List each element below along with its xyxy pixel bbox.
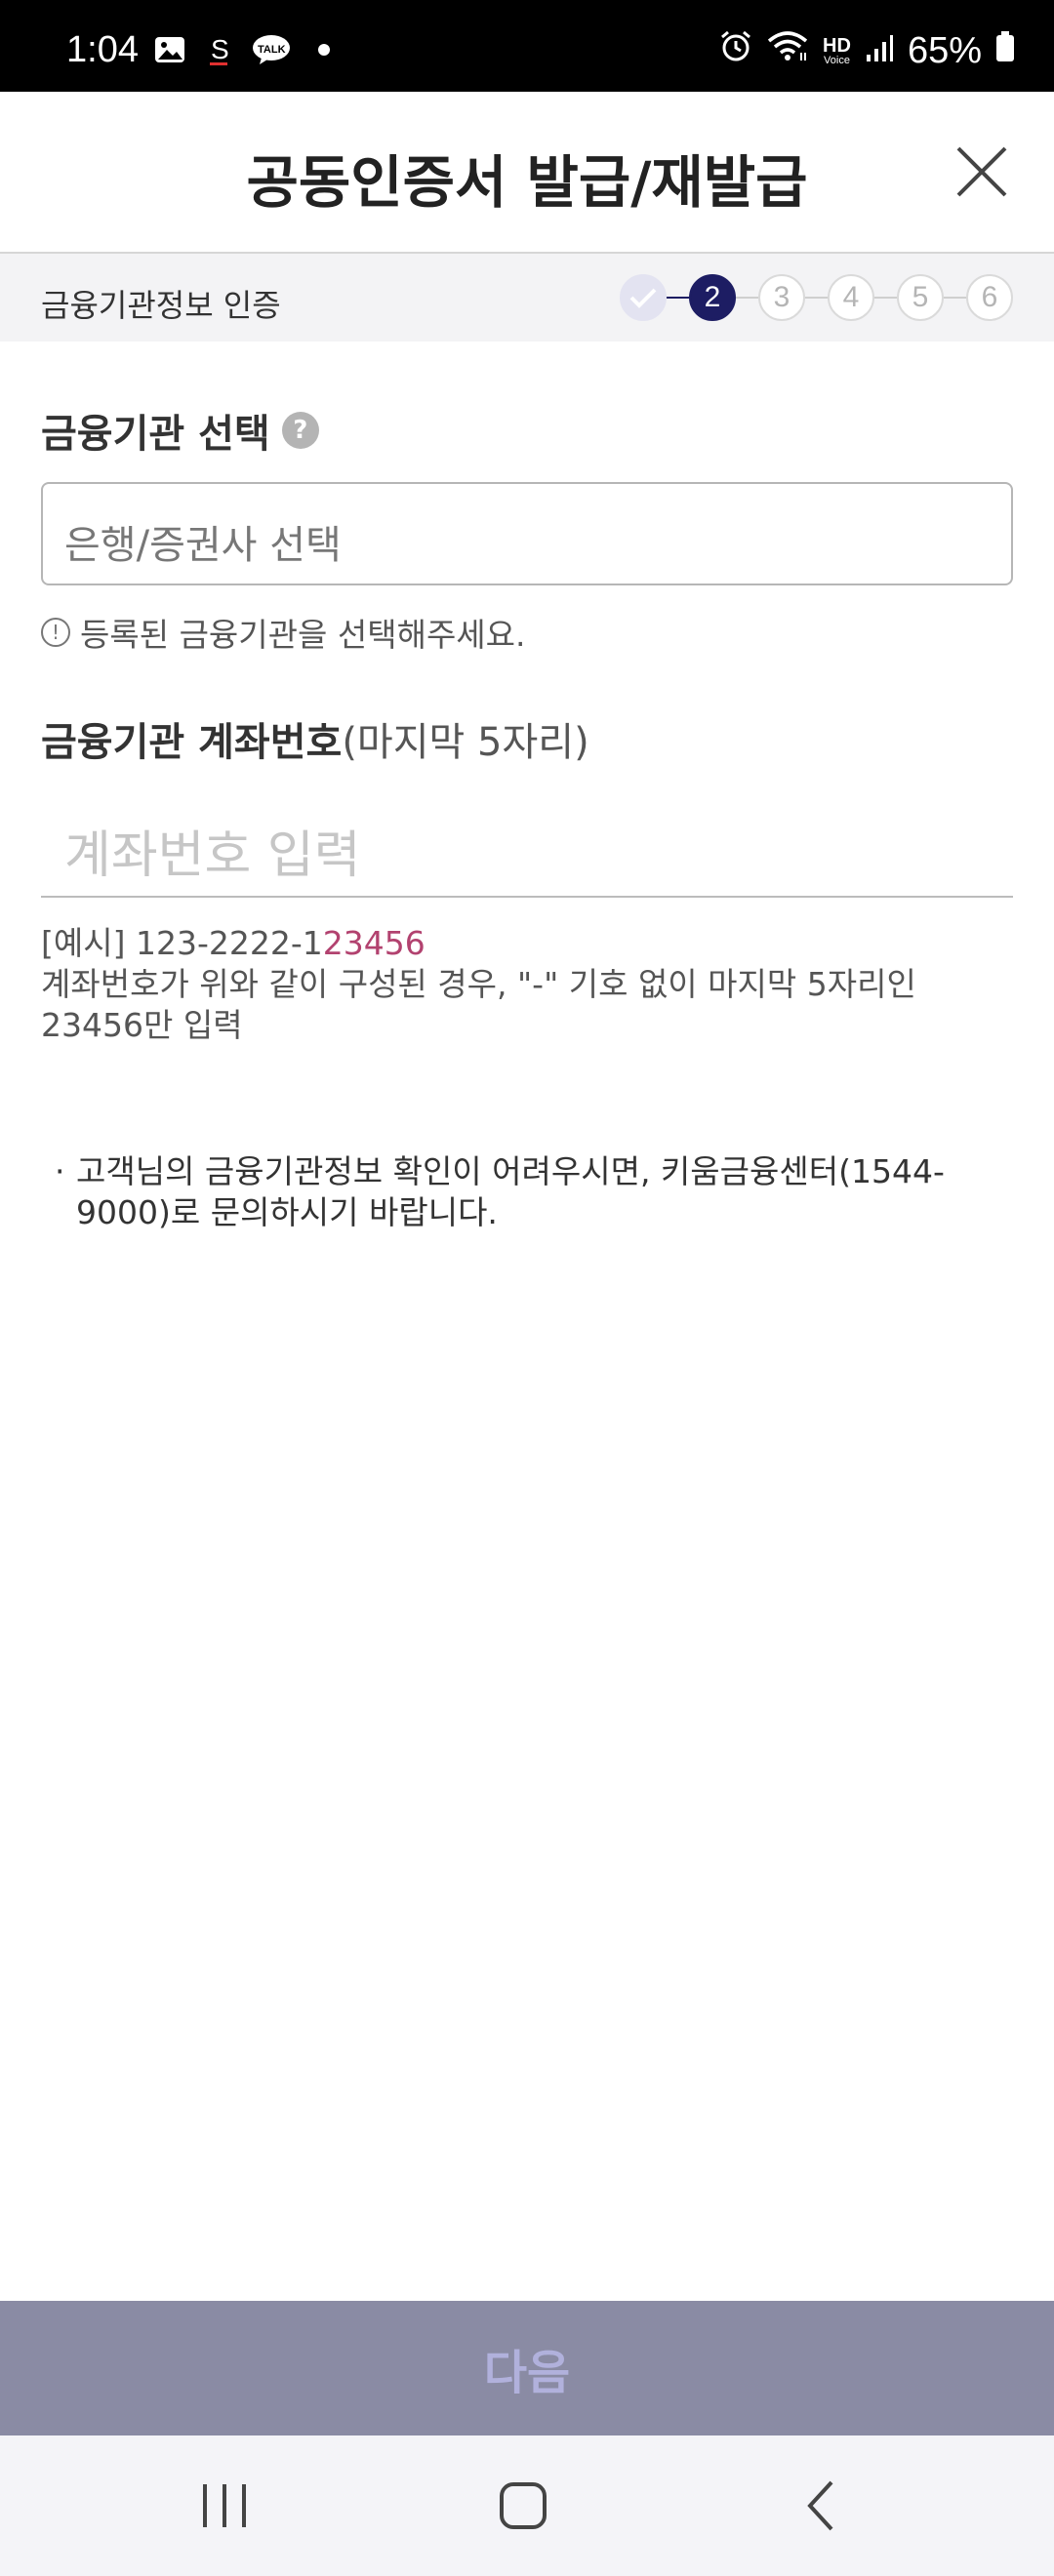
hd-voice-icon: HD Voice	[823, 34, 851, 66]
svg-text:S: S	[211, 34, 229, 64]
step-label: 금융기관정보 인증	[41, 287, 281, 324]
page-title: 공동인증서 발급/재발급	[246, 149, 808, 216]
step-4: 4	[828, 274, 874, 321]
step-1-done	[620, 274, 667, 321]
step-6: 6	[966, 274, 1013, 321]
app-header: 공동인증서 발급/재발급	[0, 92, 1054, 254]
notice-text: · 고객님의 금융기관정보 확인이 어려우시면, 키움금융센터(1544-900…	[55, 1152, 945, 1231]
step-indicator: 2 3 4 5 6	[620, 274, 1013, 321]
institution-hint: ! 등록된 금융기관을 선택해주세요.	[41, 609, 526, 656]
kakaotalk-icon: TALK	[252, 35, 291, 64]
battery-icon	[995, 30, 1015, 72]
account-number-placeholder: 계좌번호 입력	[64, 826, 361, 885]
step-bar: 금융기관정보 인증 2 3 4 5 6	[0, 254, 1054, 342]
close-icon[interactable]	[954, 144, 1009, 199]
wifi-icon	[766, 29, 809, 72]
home-icon[interactable]	[494, 2478, 552, 2533]
help-icon[interactable]: ?	[281, 412, 319, 449]
step-2: 2	[689, 274, 736, 321]
status-bar: 1:04 S TALK HD Voice 65%	[0, 0, 1054, 92]
step-3: 3	[758, 274, 805, 321]
dot-icon	[308, 35, 340, 64]
account-number-input[interactable]: 계좌번호 입력	[41, 800, 1013, 898]
institution-select[interactable]: 은행/증권사 선택	[41, 482, 1013, 585]
gallery-icon	[154, 35, 185, 64]
back-icon[interactable]	[792, 2478, 851, 2533]
info-icon: !	[41, 618, 70, 647]
account-example: [예시] 123-2222-123456 계좌번호가 위와 같이 구성된 경우,…	[41, 924, 916, 1044]
talk-label: TALK	[258, 44, 286, 56]
s-app-icon: S	[203, 34, 234, 65]
battery-percent: 65%	[907, 29, 982, 71]
system-nav-bar	[0, 2435, 1054, 2576]
recent-apps-icon[interactable]	[195, 2478, 254, 2533]
institution-section-title: 금융기관 선택 ?	[41, 402, 319, 459]
institution-select-placeholder: 은행/증권사 선택	[64, 523, 342, 568]
status-time: 1:04	[66, 29, 139, 70]
next-button[interactable]: 다음	[0, 2301, 1054, 2435]
account-section-title: 금융기관 계좌번호(마지막 5자리)	[41, 720, 589, 765]
check-icon	[629, 288, 657, 308]
step-5: 5	[897, 274, 944, 321]
signal-icon	[865, 30, 894, 72]
alarm-icon	[719, 29, 752, 72]
